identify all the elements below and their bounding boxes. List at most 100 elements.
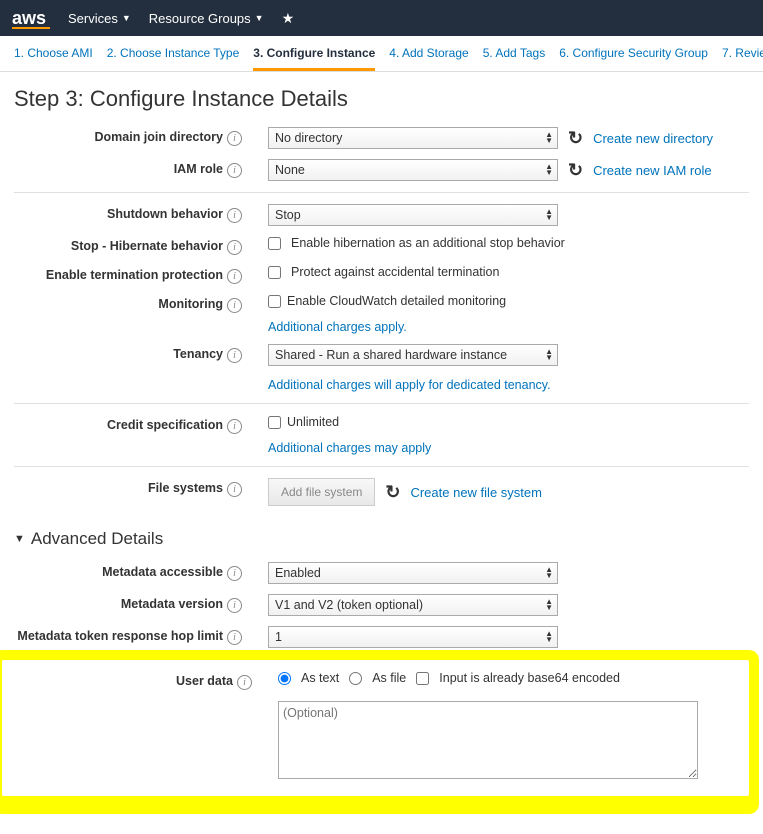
textarea-user-data[interactable] bbox=[278, 701, 698, 779]
tab-security-group[interactable]: 6. Configure Security Group bbox=[559, 46, 708, 71]
label-iam-role: IAM rolei bbox=[14, 159, 248, 178]
refresh-icon[interactable]: ↻ bbox=[568, 160, 583, 181]
link-create-iam-role[interactable]: Create new IAM role bbox=[593, 163, 712, 178]
row-user-data: User datai As text As file Input is alre… bbox=[2, 666, 749, 784]
checkbox-label: Enable CloudWatch detailed monitoring bbox=[287, 294, 506, 308]
info-icon[interactable]: i bbox=[227, 482, 242, 497]
info-icon[interactable]: i bbox=[227, 240, 242, 255]
label-metadata-accessible: Metadata accessiblei bbox=[14, 562, 248, 581]
select-metadata-version[interactable]: V1 and V2 (token optional) ▲▼ bbox=[268, 594, 558, 616]
select-value: Stop bbox=[275, 208, 301, 222]
label-termination: Enable termination protectioni bbox=[14, 265, 248, 284]
tab-configure-instance[interactable]: 3. Configure Instance bbox=[253, 46, 375, 71]
row-termination: Enable termination protectioni Protect a… bbox=[14, 260, 749, 289]
aws-logo[interactable]: aws bbox=[12, 8, 50, 29]
label-user-data: User datai bbox=[2, 671, 258, 690]
select-arrows-icon: ▲▼ bbox=[545, 164, 553, 176]
select-value: None bbox=[275, 163, 305, 177]
wizard-tabs: 1. Choose AMI 2. Choose Instance Type 3.… bbox=[0, 36, 763, 72]
row-tenancy: Tenancyi Shared - Run a shared hardware … bbox=[14, 339, 749, 397]
row-credit: Credit specificationi Unlimited Addition… bbox=[14, 410, 749, 460]
tab-add-tags[interactable]: 5. Add Tags bbox=[483, 46, 546, 71]
info-icon[interactable]: i bbox=[227, 348, 242, 363]
info-icon[interactable]: i bbox=[227, 419, 242, 434]
info-icon[interactable]: i bbox=[227, 269, 242, 284]
nav-services[interactable]: Services ▼ bbox=[68, 11, 131, 26]
add-file-system-button[interactable]: Add file system bbox=[268, 478, 375, 506]
select-iam-role[interactable]: None ▲▼ bbox=[268, 159, 558, 181]
link-create-filesystem[interactable]: Create new file system bbox=[410, 485, 542, 500]
info-icon[interactable]: i bbox=[227, 298, 242, 313]
checkbox-credit[interactable] bbox=[268, 416, 281, 429]
info-icon[interactable]: i bbox=[227, 630, 242, 645]
label-shutdown: Shutdown behaviori bbox=[14, 204, 248, 223]
caret-down-icon: ▼ bbox=[14, 533, 25, 545]
label-hibernate: Stop - Hibernate behaviori bbox=[14, 236, 248, 255]
chevron-down-icon: ▼ bbox=[255, 13, 264, 23]
link-tenancy-charges[interactable]: Additional charges will apply for dedica… bbox=[268, 378, 551, 392]
radio-as-file[interactable] bbox=[349, 672, 362, 685]
select-tenancy[interactable]: Shared - Run a shared hardware instance … bbox=[268, 344, 558, 366]
label-tenancy: Tenancyi bbox=[14, 344, 248, 363]
row-hop-limit: Metadata token response hop limiti 1 ▲▼ bbox=[14, 621, 749, 653]
select-value: Shared - Run a shared hardware instance bbox=[275, 348, 507, 362]
select-arrows-icon: ▲▼ bbox=[545, 132, 553, 144]
checkbox-label: Unlimited bbox=[287, 415, 339, 429]
main-content: Step 3: Configure Instance Details Domai… bbox=[0, 72, 763, 834]
nav-services-label: Services bbox=[68, 11, 118, 26]
label-filesystems: File systemsi bbox=[14, 478, 248, 497]
link-credit-charges[interactable]: Additional charges may apply bbox=[268, 441, 431, 455]
pin-icon[interactable]: ★ bbox=[282, 10, 295, 27]
refresh-icon[interactable]: ↻ bbox=[568, 128, 583, 149]
select-domain-join[interactable]: No directory ▲▼ bbox=[268, 127, 558, 149]
row-shutdown: Shutdown behaviori Stop ▲▼ bbox=[14, 199, 749, 231]
page-title: Step 3: Configure Instance Details bbox=[14, 86, 749, 112]
row-metadata-version: Metadata versioni V1 and V2 (token optio… bbox=[14, 589, 749, 621]
select-arrows-icon: ▲▼ bbox=[545, 631, 553, 643]
row-domain-join: Domain join directoryi No directory ▲▼ ↻… bbox=[14, 122, 749, 154]
radio-label: As text bbox=[301, 671, 339, 685]
select-arrows-icon: ▲▼ bbox=[545, 567, 553, 579]
select-arrows-icon: ▲▼ bbox=[545, 209, 553, 221]
select-hop-limit[interactable]: 1 ▲▼ bbox=[268, 626, 558, 648]
select-metadata-accessible[interactable]: Enabled ▲▼ bbox=[268, 562, 558, 584]
checkbox-label: Enable hibernation as an additional stop… bbox=[291, 236, 565, 250]
row-monitoring: Monitoringi Enable CloudWatch detailed m… bbox=[14, 289, 749, 339]
checkbox-hibernate[interactable] bbox=[268, 237, 281, 250]
radio-as-text[interactable] bbox=[278, 672, 291, 685]
select-arrows-icon: ▲▼ bbox=[545, 349, 553, 361]
label-hop-limit: Metadata token response hop limiti bbox=[14, 626, 248, 645]
row-filesystems: File systemsi Add file system ↻ Create n… bbox=[14, 473, 749, 511]
checkbox-base64[interactable] bbox=[416, 672, 429, 685]
advanced-details-toggle[interactable]: ▼ Advanced Details bbox=[14, 529, 749, 549]
nav-resource-groups[interactable]: Resource Groups ▼ bbox=[149, 11, 264, 26]
checkbox-termination[interactable] bbox=[268, 266, 281, 279]
checkbox-monitoring[interactable] bbox=[268, 295, 281, 308]
select-arrows-icon: ▲▼ bbox=[545, 599, 553, 611]
label-credit: Credit specificationi bbox=[14, 415, 248, 434]
refresh-icon[interactable]: ↻ bbox=[385, 482, 400, 503]
link-monitoring-charges[interactable]: Additional charges apply. bbox=[268, 320, 407, 334]
info-icon[interactable]: i bbox=[227, 566, 242, 581]
info-icon[interactable]: i bbox=[237, 675, 252, 690]
select-shutdown[interactable]: Stop ▲▼ bbox=[268, 204, 558, 226]
link-create-directory[interactable]: Create new directory bbox=[593, 131, 713, 146]
tab-review[interactable]: 7. Review bbox=[722, 46, 763, 71]
select-value: 1 bbox=[275, 630, 282, 644]
info-icon[interactable]: i bbox=[227, 163, 242, 178]
tab-add-storage[interactable]: 4. Add Storage bbox=[389, 46, 468, 71]
label-monitoring: Monitoringi bbox=[14, 294, 248, 313]
label-domain-join: Domain join directoryi bbox=[14, 127, 248, 146]
row-hibernate: Stop - Hibernate behaviori Enable hibern… bbox=[14, 231, 749, 260]
info-icon[interactable]: i bbox=[227, 598, 242, 613]
info-icon[interactable]: i bbox=[227, 208, 242, 223]
tab-choose-ami[interactable]: 1. Choose AMI bbox=[14, 46, 93, 71]
tab-choose-instance-type[interactable]: 2. Choose Instance Type bbox=[107, 46, 240, 71]
info-icon[interactable]: i bbox=[227, 131, 242, 146]
label-metadata-version: Metadata versioni bbox=[14, 594, 248, 613]
radio-label: As file bbox=[372, 671, 406, 685]
checkbox-label: Input is already base64 encoded bbox=[439, 671, 620, 685]
checkbox-label: Protect against accidental termination bbox=[291, 265, 499, 279]
row-metadata-accessible: Metadata accessiblei Enabled ▲▼ bbox=[14, 557, 749, 589]
row-iam-role: IAM rolei None ▲▼ ↻ Create new IAM role bbox=[14, 154, 749, 186]
